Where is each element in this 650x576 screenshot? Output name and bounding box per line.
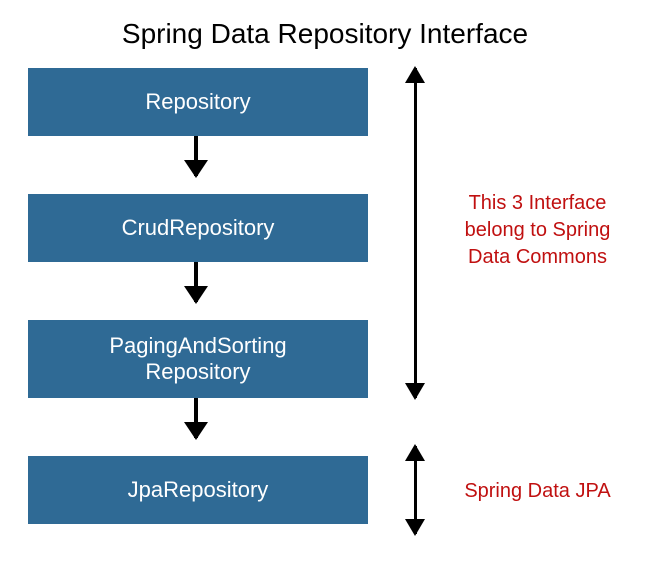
box-repository: Repository (28, 68, 368, 136)
box-repository-label: Repository (145, 89, 250, 115)
box-crud-repository: CrudRepository (28, 194, 368, 262)
box-jpa-label: JpaRepository (128, 477, 269, 503)
annotation-commons-line2: belong to Spring (450, 217, 625, 244)
arrow-paging-to-jpa (194, 398, 198, 438)
box-jpa-repository: JpaRepository (28, 456, 368, 524)
range-arrow-jpa (414, 446, 417, 534)
annotation-jpa: Spring Data JPA (450, 478, 625, 505)
annotation-commons: This 3 Interface belong to Spring Data C… (450, 190, 625, 271)
box-crud-label: CrudRepository (122, 215, 275, 241)
box-paging-label: PagingAndSorting Repository (109, 333, 286, 386)
annotation-commons-line1: This 3 Interface (450, 190, 625, 217)
box-paging-label-line1: PagingAndSorting (109, 333, 286, 359)
diagram-title: Spring Data Repository Interface (0, 0, 650, 60)
box-paging-sorting-repository: PagingAndSorting Repository (28, 320, 368, 398)
arrow-repo-to-crud (194, 136, 198, 176)
annotation-commons-line3: Data Commons (450, 244, 625, 271)
box-paging-label-line2: Repository (109, 359, 286, 385)
diagram-canvas: Repository CrudRepository PagingAndSorti… (0, 60, 650, 570)
range-arrow-commons (414, 68, 417, 398)
arrow-crud-to-paging (194, 262, 198, 302)
